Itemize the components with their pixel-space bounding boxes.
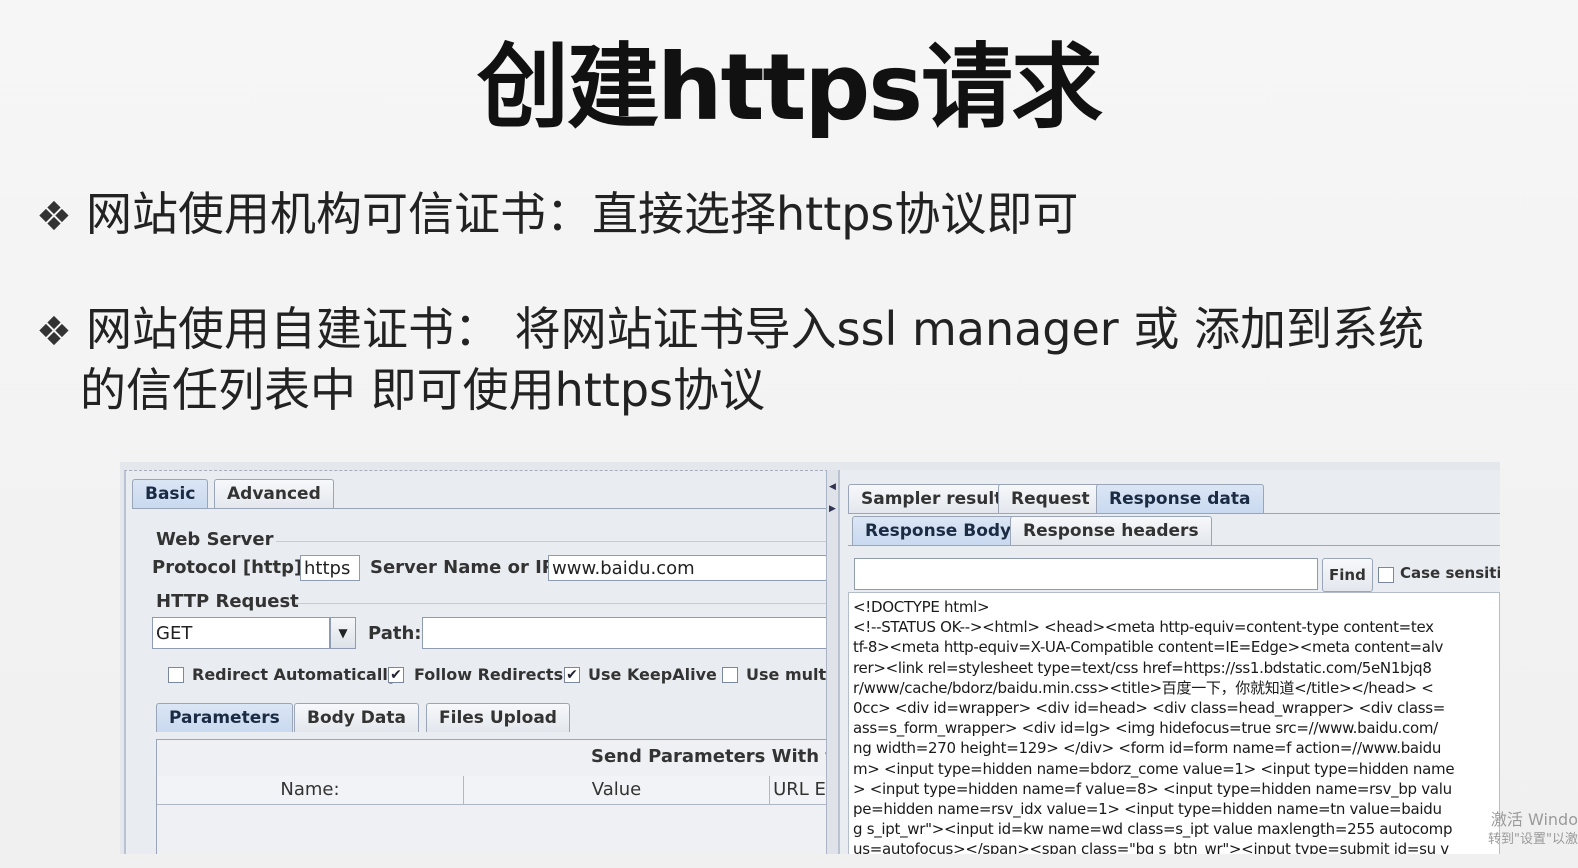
code-line: ass=s_form_wrapper> <div id=lg> <img hid…: [853, 719, 1438, 738]
activation-watermark: 激活 Windo 转到"设置"以激: [1488, 810, 1578, 850]
jmeter-screenshot: Basic Advanced Web Server Protocol [http…: [120, 462, 1500, 854]
redirect-automatically-checkbox[interactable]: [168, 667, 184, 683]
protocol-label: Protocol [http]:: [152, 557, 310, 578]
column-header-name[interactable]: Name:: [157, 776, 464, 805]
bullet-text-line2: 的信任列表中 即可使用https协议: [80, 363, 766, 417]
parameters-table: Send Parameters With the Name: Value URL…: [156, 739, 859, 854]
use-keepalive-checkbox[interactable]: ✔: [564, 667, 580, 683]
tab-advanced[interactable]: Advanced: [214, 479, 334, 508]
code-line: ng width=270 height=129> </div> <form id…: [853, 739, 1442, 758]
case-sensitive-label: Case sensitive: [1400, 564, 1500, 582]
tab-parameters[interactable]: Parameters: [156, 703, 293, 732]
tab-basic[interactable]: Basic: [132, 479, 209, 508]
code-line: pe=hidden name=rsv_idx value=1> <input t…: [853, 800, 1442, 819]
code-line: g s_ipt_wr"><input id=kw name=wd class=s…: [853, 820, 1453, 839]
chevron-down-icon[interactable]: ▼: [330, 617, 356, 649]
tab-response-data[interactable]: Response data: [1096, 484, 1264, 513]
code-line: <!--STATUS OK--><html> <head><meta http-…: [853, 618, 1434, 637]
arrow-left-icon[interactable]: ◀: [829, 482, 836, 492]
view-results-panel: Sampler result Request Response data Res…: [838, 470, 1500, 854]
use-multipart-checkbox[interactable]: [722, 667, 738, 683]
search-input[interactable]: [854, 558, 1318, 590]
path-label: Path:: [368, 623, 422, 644]
code-line: 0cc> <div id=wrapper> <div id=head> <div…: [853, 699, 1446, 718]
column-header-value[interactable]: Value: [464, 776, 770, 805]
slide-title: 创建https请求: [476, 34, 1103, 141]
follow-redirects-label: Follow Redirects: [414, 665, 564, 684]
web-server-group-label: Web Server: [156, 529, 274, 550]
code-line: rer><link rel=stylesheet type=text/css h…: [853, 658, 1432, 677]
tab-response-headers[interactable]: Response headers: [1010, 516, 1212, 545]
column-header-url-encode[interactable]: URL E: [770, 776, 829, 805]
follow-redirects-checkbox[interactable]: ✔: [388, 667, 404, 683]
bullet-text-line1: 网站使用自建证书： 将网站证书导入ssl manager 或 添加到系统: [86, 302, 1424, 356]
code-line: us=autofocus></span><span class="bg s_bt…: [853, 840, 1449, 854]
tab-response-body[interactable]: Response Body: [852, 516, 1025, 545]
bullet-text: 网站使用机构可信证书：直接选择https协议即可: [86, 187, 1079, 241]
protocol-field[interactable]: https: [300, 555, 360, 581]
server-name-label: Server Name or IP:: [370, 557, 563, 578]
diamond-bullet-icon: ❖: [36, 194, 72, 240]
arrow-right-icon[interactable]: ▶: [829, 504, 836, 514]
watermark-line1: 激活 Windo: [1490, 810, 1578, 829]
code-line: tf-8><meta http-equiv=X-UA-Compatible co…: [853, 638, 1444, 657]
code-line: r/www/cache/bdorz/baidu.min.css><title>百…: [853, 678, 1434, 697]
method-select[interactable]: GET: [152, 617, 330, 649]
code-line: m> <input type=hidden name=bdorz_come va…: [853, 759, 1455, 778]
tab-body-data[interactable]: Body Data: [294, 703, 419, 732]
response-body-text[interactable]: <!DOCTYPE html> <!--STATUS OK--><html> <…: [848, 592, 1500, 854]
bullet-self-signed-cert: ❖ 网站使用自建证书： 将网站证书导入ssl manager 或 添加到系统 的信…: [36, 300, 1566, 419]
redirect-automatically-label: Redirect Automatically: [192, 665, 399, 684]
code-line: <!DOCTYPE html>: [853, 598, 990, 616]
find-button[interactable]: Find: [1322, 558, 1373, 592]
bullet-trusted-cert: ❖ 网站使用机构可信证书：直接选择https协议即可: [36, 185, 1078, 246]
tab-files-upload[interactable]: Files Upload: [426, 703, 570, 732]
case-sensitive-checkbox[interactable]: [1378, 567, 1394, 583]
diamond-bullet-icon: ❖: [36, 309, 72, 355]
use-keepalive-label: Use KeepAlive: [588, 665, 717, 684]
tab-sampler-result[interactable]: Sampler result: [848, 484, 1016, 513]
code-line: > <input type=hidden name=f value=8> <in…: [853, 779, 1452, 798]
tab-request[interactable]: Request: [998, 484, 1103, 513]
watermark-line2: 转到"设置"以激: [1488, 832, 1578, 847]
server-name-field[interactable]: www.baidu.com: [548, 555, 828, 581]
http-request-panel: Basic Advanced Web Server Protocol [http…: [124, 470, 859, 854]
path-field[interactable]: [422, 617, 828, 649]
params-caption: Send Parameters With the: [591, 746, 859, 767]
http-request-group-label: HTTP Request: [156, 591, 299, 612]
